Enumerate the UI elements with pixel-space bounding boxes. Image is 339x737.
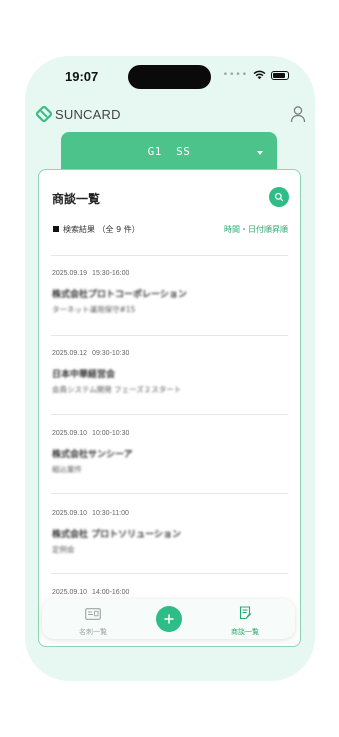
meeting-datetime: 2025.09.12 09:30-10:30 [52, 350, 130, 357]
system-icons: •••• [223, 70, 289, 80]
meeting-subject: 会員システム開発 フェーズ２スタート [52, 385, 182, 394]
meeting-company: 株式会社サンシーア [52, 450, 133, 460]
meeting-item[interactable]: 2025.09.19 15:30-16:00 株式会社プロトコーポレーション ター… [52, 270, 288, 349]
meeting-note-icon [239, 606, 251, 620]
meeting-list-panel: 商談一覧 検索結果 （全 9 件） 時間・日付順昇順 2025.09.19 15:… [38, 169, 301, 647]
suncard-logo-icon [36, 106, 52, 122]
meeting-item[interactable]: 2025.09.10 10:30-11:00 株式会社 プロトソリューション 定例… [52, 510, 288, 589]
meeting-datetime: 2025.09.10 10:30-11:00 [52, 510, 129, 517]
logo-text: SUNCARD [55, 106, 121, 122]
nav-label: 商談一覧 [231, 628, 259, 636]
plus-icon [164, 614, 174, 624]
phone-frame: 19:07 •••• SUNCARD G1 SS 商談一覧 検索結果 （全 9 … [25, 56, 315, 681]
suncard-logo: SUNCARD [36, 106, 121, 122]
meeting-subject: 定例会 [52, 545, 75, 554]
status-time: 19:07 [65, 69, 99, 84]
nav-label: 名刺一覧 [79, 628, 107, 636]
meeting-datetime: 2025.09.10 14:00-16:00 [52, 589, 130, 596]
meeting-subject: ターネット運用保守#15 [52, 305, 136, 314]
result-summary: 検索結果 （全 9 件） 時間・日付順昇順 [52, 223, 288, 237]
panel-title: 商談一覧 [52, 192, 101, 206]
meeting-company: 日本中華経営会 [52, 370, 116, 380]
chevron-down-icon [257, 151, 263, 155]
selector-label: G1 SS [147, 145, 191, 158]
meeting-datetime: 2025.09.19 15:30-16:00 [52, 270, 130, 277]
user-icon[interactable] [290, 105, 306, 123]
cellular-icon: •••• [222, 69, 248, 80]
meeting-company: 株式会社 プロトソリューション [52, 530, 181, 540]
meeting-company: 株式会社プロトコーポレーション [52, 290, 187, 300]
battery-icon [271, 70, 289, 80]
meeting-item[interactable]: 2025.09.10 10:00-10:30 株式会社サンシーア 組込案件 [52, 430, 288, 509]
nav-business-cards[interactable]: 名刺一覧 [63, 605, 123, 637]
divider [51, 414, 288, 415]
sort-order-link[interactable]: 時間・日付順昇順 [224, 224, 288, 235]
status-bar: 19:07 •••• [25, 56, 315, 102]
divider [51, 493, 288, 494]
dynamic-island [128, 65, 211, 89]
divider [51, 255, 288, 256]
wifi-icon [253, 70, 266, 80]
nav-meetings[interactable]: 商談一覧 [215, 605, 275, 637]
meeting-datetime: 2025.09.10 10:00-10:30 [52, 430, 130, 437]
meeting-item[interactable]: 2025.09.12 09:30-10:30 日本中華経営会 会員システム開発 フ… [52, 350, 288, 429]
bullet-square-icon [53, 226, 59, 232]
divider [51, 573, 288, 574]
divider [51, 335, 288, 336]
app-header: SUNCARD [25, 104, 315, 126]
meeting-subject: 組込案件 [52, 465, 82, 474]
search-icon [274, 192, 284, 202]
result-count: 検索結果 （全 9 件） [63, 225, 140, 234]
search-button[interactable] [269, 187, 289, 207]
bottom-nav: 名刺一覧 商談一覧 [42, 599, 295, 639]
business-card-icon [85, 608, 101, 620]
add-button[interactable] [156, 606, 182, 632]
